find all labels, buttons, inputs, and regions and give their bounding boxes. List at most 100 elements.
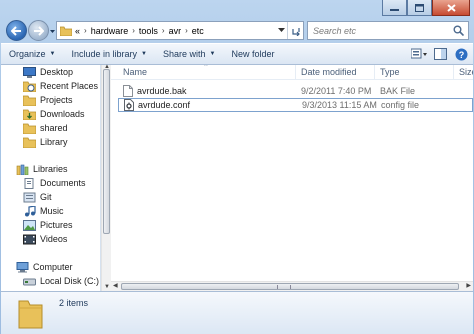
nav-item-videos[interactable]: Videos [23,232,67,246]
nav-item-pictures[interactable]: Pictures [23,218,73,232]
search-input[interactable] [308,22,453,39]
nav-header-libraries[interactable]: Libraries [16,162,68,176]
forward-button[interactable] [28,20,49,41]
arrow-right-icon [34,25,44,36]
folder-icon [60,26,72,36]
column-header-type[interactable]: Type [375,65,454,79]
refresh-button[interactable] [287,22,303,39]
navigation-bar: « › hardware › tools › avr › etc [0,17,474,43]
navigation-pane-scrollbar[interactable]: ▲ ▼ [101,64,111,291]
new-folder-label: New folder [231,49,275,59]
back-button[interactable] [6,20,27,41]
computer-icon [16,261,29,273]
preview-pane-icon [433,48,447,60]
breadcrumb-avr[interactable]: avr [169,26,182,36]
recent-places-icon [23,81,36,92]
maximize-button[interactable] [407,0,432,16]
scroll-right-icon[interactable]: ▶ [466,282,471,291]
nav-item-label: Pictures [40,220,73,230]
nav-item-label: Downloads [40,109,85,119]
hard-drive-icon [23,276,36,287]
column-header-label: Type [380,67,400,77]
nav-item-recent-places[interactable]: Recent Places [23,79,98,93]
file-name: avrdude.conf [138,100,191,110]
breadcrumb-etc[interactable]: etc [192,26,204,36]
nav-item-label: shared [40,123,68,133]
nav-item-label: Projects [40,95,73,105]
nav-header-label: Libraries [33,164,68,174]
pictures-icon [23,219,36,231]
libraries-icon [16,164,29,175]
refresh-icon [291,27,300,36]
organize-button[interactable]: Organize ▼ [1,44,63,64]
window-controls [382,0,470,16]
chevron-down-icon: ▼ [141,51,147,57]
new-folder-button[interactable]: New folder [223,44,282,64]
address-bar[interactable]: « › hardware › tools › avr › etc [56,21,304,40]
view-options-button[interactable] [410,46,428,62]
videos-icon [23,234,36,245]
file-type: config file [381,100,420,110]
file-list-horizontal-scrollbar[interactable]: ◀ ▶ [111,281,473,291]
file-type: BAK File [380,86,416,96]
close-button[interactable] [432,0,470,16]
breadcrumb-tools[interactable]: tools [139,26,158,36]
breadcrumb-overflow[interactable]: « [75,26,80,36]
minimize-icon [390,8,399,11]
help-icon: ? [455,48,467,60]
svg-text:?: ? [458,50,464,60]
nav-item-downloads[interactable]: Downloads [23,107,85,121]
breadcrumb-separator-icon[interactable]: › [84,26,87,35]
nav-item-documents[interactable]: Documents [23,176,86,190]
file-icon [123,84,133,98]
help-button[interactable]: ? [452,46,470,62]
command-toolbar: Organize ▼ Include in library ▼ Share wi… [1,43,473,65]
library-icon [23,192,36,203]
folder-icon [23,137,36,148]
scroll-left-icon[interactable]: ◀ [113,282,118,291]
search-icon[interactable] [453,25,464,36]
nav-item-projects[interactable]: Projects [23,93,73,107]
address-dropdown-button[interactable] [275,22,287,39]
nav-header-label: Computer [33,262,73,272]
file-date: 9/2/2011 7:40 PM [301,86,372,96]
nav-item-desktop[interactable]: Desktop [23,65,73,79]
nav-item-label: Desktop [40,67,74,77]
file-list: ⌃ Name Date modified Type Size avrdude.b… [111,65,473,291]
include-in-library-label: Include in library [71,49,138,59]
nav-item-label: Git [40,192,52,202]
minimize-button[interactable] [382,0,407,16]
column-header-name[interactable]: Name [118,65,296,79]
nav-item-label: Local Disk (C:) [40,276,100,286]
history-dropdown-icon[interactable] [49,27,56,35]
config-file-icon [124,99,134,111]
explorer-window: « › hardware › tools › avr › etc Or [0,0,474,334]
nav-item-git[interactable]: Git [23,190,52,204]
details-pane: 2 items [1,291,473,334]
nav-item-local-disk[interactable]: Local Disk (C:) [23,274,99,288]
share-with-button[interactable]: Share with ▼ [155,44,223,64]
column-header-size[interactable]: Size [454,65,473,79]
preview-pane-button[interactable] [431,46,449,62]
scrollbar-thumb[interactable] [103,69,110,234]
column-header-date-modified[interactable]: Date modified [296,65,375,79]
include-in-library-button[interactable]: Include in library ▼ [63,44,154,64]
chevron-down-icon: ▼ [209,51,216,57]
folder-icon [23,123,36,134]
file-row-selected[interactable]: avrdude.conf 9/3/2013 11:15 AM config fi… [118,98,473,112]
nav-item-shared[interactable]: shared [23,121,68,135]
nav-item-music[interactable]: Music [23,204,64,218]
nav-header-computer[interactable]: Computer [16,260,73,274]
file-row[interactable]: avrdude.bak 9/2/2011 7:40 PM BAK File [118,84,473,98]
breadcrumb-separator-icon[interactable]: › [132,26,135,35]
chevron-down-icon: ▼ [49,51,56,57]
nav-item-label: Videos [40,234,68,244]
nav-item-library[interactable]: Library [23,135,68,149]
scrollbar-thumb[interactable] [121,283,459,290]
nav-item-label: Music [40,206,64,216]
breadcrumb-separator-icon[interactable]: › [162,26,165,35]
breadcrumb-hardware[interactable]: hardware [91,26,129,36]
documents-icon [23,177,36,189]
breadcrumb-separator-icon[interactable]: › [185,26,188,35]
nav-item-label: Documents [40,178,86,188]
